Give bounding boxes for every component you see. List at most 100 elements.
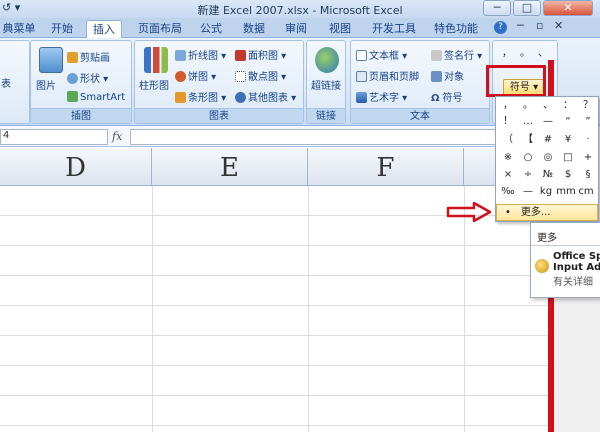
symbol-cell[interactable]: ” <box>580 115 596 129</box>
column-header-f[interactable]: F <box>308 148 464 186</box>
red-arrow-icon <box>446 202 492 222</box>
picture-button[interactable]: 图片 <box>36 77 56 92</box>
line-chart-button[interactable]: 折线图 ▾ <box>175 47 226 62</box>
shapes-button[interactable]: 形状 ▾ <box>67 70 108 85</box>
symbol-cell[interactable]: … <box>520 115 536 129</box>
symbol-cell[interactable]: 、 <box>540 99 556 113</box>
tab-developer[interactable]: 开发工具 <box>368 20 420 38</box>
tab-data[interactable]: 数据 <box>238 20 270 38</box>
name-box[interactable]: 4 <box>0 129 108 145</box>
tab-insert[interactable]: 插入 <box>86 20 122 38</box>
scatter-chart-icon <box>235 71 246 82</box>
symbol-cell[interactable]: № <box>540 168 556 182</box>
clipart-icon <box>67 52 78 63</box>
bullet-icon: • <box>505 207 511 218</box>
ribbon-tabs: 典菜单 开始 插入 页面布局 公式 数据 审阅 视图 开发工具 特色功能 ? ─… <box>0 18 600 38</box>
office-input-icon <box>535 259 549 273</box>
symbol-cell[interactable]: $ <box>560 168 576 182</box>
tab-page-layout[interactable]: 页面布局 <box>132 20 188 38</box>
quick-symbol-1[interactable]: ， <box>499 47 515 61</box>
submenu-title: 更多 <box>537 233 557 244</box>
wordart-icon <box>356 92 367 103</box>
symbol-cell[interactable]: 【 <box>520 133 536 147</box>
quick-symbol-3[interactable]: 、 <box>535 47 551 61</box>
quick-access-undo[interactable]: ↺ ▾ <box>2 1 20 14</box>
symbol-cell[interactable]: ： <box>560 99 576 113</box>
symbol-cell[interactable]: — <box>520 185 536 199</box>
cell-grid[interactable] <box>0 186 548 432</box>
symbol-cell[interactable]: § <box>580 168 596 182</box>
symbol-cell[interactable]: kg <box>536 185 556 199</box>
column-chart-icon <box>144 47 168 73</box>
scatter-chart-button[interactable]: 散点图 ▾ <box>235 68 286 83</box>
tab-home[interactable]: 开始 <box>46 20 78 38</box>
symbol-cell[interactable]: ◎ <box>540 151 556 165</box>
ribbon-restore-icon[interactable]: ▫ <box>536 19 543 32</box>
symbol-cell[interactable]: ÷ <box>520 168 536 182</box>
table-button-label[interactable]: 表 <box>1 75 11 90</box>
help-icon[interactable]: ? <box>494 21 507 34</box>
symbol-cell[interactable]: （ <box>500 133 516 147</box>
symbol-button-text-group[interactable]: Ω 符号 <box>431 89 463 104</box>
other-charts-button[interactable]: 其他图表 ▾ <box>235 89 296 104</box>
symbol-cell[interactable]: cm <box>576 185 596 199</box>
quick-symbol-2[interactable]: 。 <box>517 47 533 61</box>
bar-chart-icon <box>175 92 186 103</box>
table-group: 表 <box>0 40 30 124</box>
symbol-cell[interactable]: # <box>540 133 556 147</box>
signature-line-button[interactable]: 签名行 ▾ <box>431 47 482 62</box>
bar-chart-button[interactable]: 条形图 ▾ <box>175 89 226 104</box>
column-header-d[interactable]: D <box>0 148 152 186</box>
symbol-cell[interactable]: ！ <box>500 115 516 129</box>
symbol-cell[interactable]: 。 <box>520 99 536 113</box>
symbol-cell[interactable]: “ <box>560 115 576 129</box>
object-button[interactable]: 对象 <box>431 68 464 83</box>
more-symbols-item[interactable]: • 更多... <box>496 204 598 221</box>
ribbon-minimize-icon[interactable]: ─ <box>517 19 524 32</box>
wordart-button[interactable]: 艺术字 ▾ <box>356 89 407 104</box>
symbol-cell[interactable]: mm <box>556 185 576 199</box>
symbol-cell[interactable]: ¥ <box>560 133 576 147</box>
minimize-button[interactable]: ─ <box>483 0 511 16</box>
symbol-cell[interactable]: — <box>540 115 556 129</box>
tab-view[interactable]: 视图 <box>324 20 356 38</box>
pie-chart-button[interactable]: 饼图 ▾ <box>175 68 216 83</box>
formula-input[interactable] <box>130 129 496 145</box>
column-chart-button[interactable]: 柱形图 <box>139 77 169 92</box>
line-chart-icon <box>175 50 186 61</box>
symbol-cell[interactable]: □ <box>560 151 576 165</box>
links-caption: 链接 <box>307 108 345 123</box>
illustrations-group: 图片 剪贴画 形状 ▾ SmartArt 插图 <box>30 40 132 124</box>
symbol-cell[interactable]: ？ <box>580 99 596 113</box>
symbol-cell[interactable]: × <box>500 168 516 182</box>
tab-review[interactable]: 审阅 <box>280 20 312 38</box>
textbox-icon <box>356 50 367 61</box>
grid-line <box>464 186 465 432</box>
workbook-close-icon[interactable]: ✕ <box>554 19 563 32</box>
symbol-cell[interactable]: ， <box>500 99 516 113</box>
maximize-button[interactable]: □ <box>513 0 541 16</box>
symbol-cell[interactable]: ○ <box>520 151 536 165</box>
symbol-cell[interactable]: ※ <box>500 151 516 165</box>
smartart-button[interactable]: SmartArt <box>67 91 125 103</box>
tab-formulas[interactable]: 公式 <box>196 20 226 38</box>
symbol-cell[interactable]: + <box>580 151 596 165</box>
insert-function-icon[interactable]: fx <box>112 130 122 143</box>
symbol-cell[interactable]: · <box>580 133 596 147</box>
textbox-button[interactable]: 文本框 ▾ <box>356 47 407 62</box>
column-header-e[interactable]: E <box>152 148 308 186</box>
hyperlink-button[interactable]: 超链接 <box>311 77 341 92</box>
office-input-item[interactable]: Office Sp Input Ad 有关详细 <box>553 251 600 288</box>
text-caption: 文本 <box>351 108 489 123</box>
clipart-button[interactable]: 剪贴画 <box>67 49 110 64</box>
close-button[interactable]: ✕ <box>543 0 593 16</box>
header-footer-button[interactable]: 页眉和页脚 <box>356 68 419 83</box>
symbol-cell[interactable]: ‰ <box>500 185 516 199</box>
tab-classic-menu[interactable]: 典菜单 <box>0 20 38 38</box>
area-chart-icon <box>235 50 246 61</box>
other-charts-icon <box>235 92 246 103</box>
area-chart-button[interactable]: 面积图 ▾ <box>235 47 286 62</box>
tab-special-features[interactable]: 特色功能 <box>430 20 482 38</box>
hyperlink-icon <box>315 47 339 73</box>
signature-icon <box>431 50 442 61</box>
